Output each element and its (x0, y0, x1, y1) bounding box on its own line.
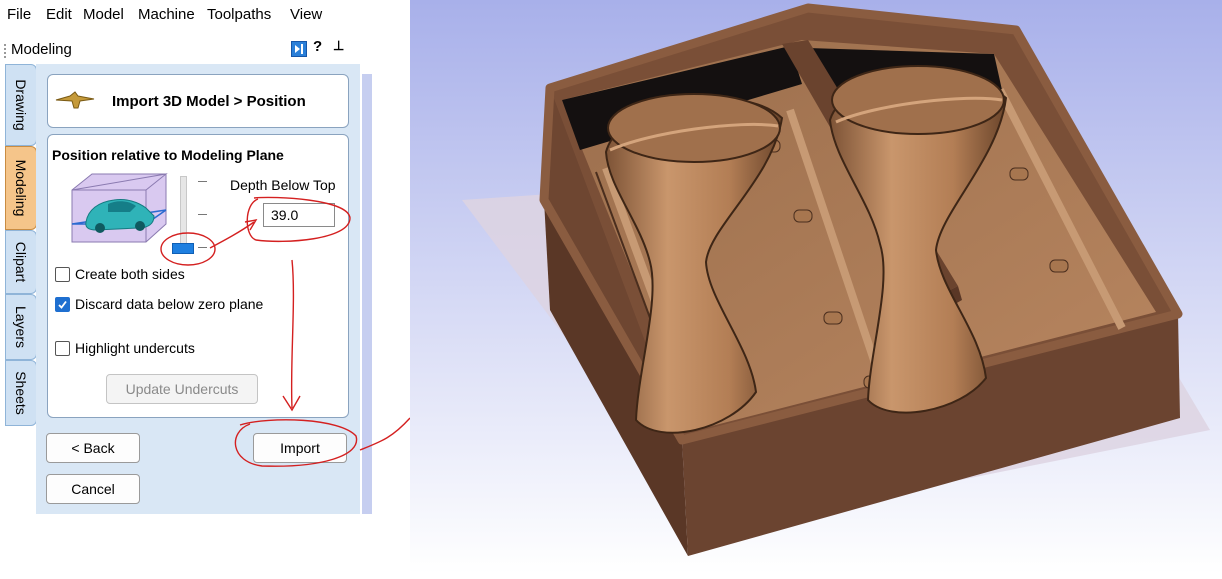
annotation-circle-depth (246, 196, 351, 243)
modeling-panel-area: File Edit Model Machine Toolpaths View M… (0, 0, 411, 574)
annotation-circle-import (234, 419, 358, 467)
annotation-arrow-to-depth (209, 221, 255, 249)
annotation-circle-slider (160, 232, 216, 266)
annotation-line-to-viewport (359, 417, 411, 451)
annotation-overlay (160, 196, 411, 467)
annotation-arrow-to-import (290, 259, 295, 409)
3d-mold-render (410, 0, 1222, 574)
3d-viewport[interactable] (410, 0, 1222, 574)
